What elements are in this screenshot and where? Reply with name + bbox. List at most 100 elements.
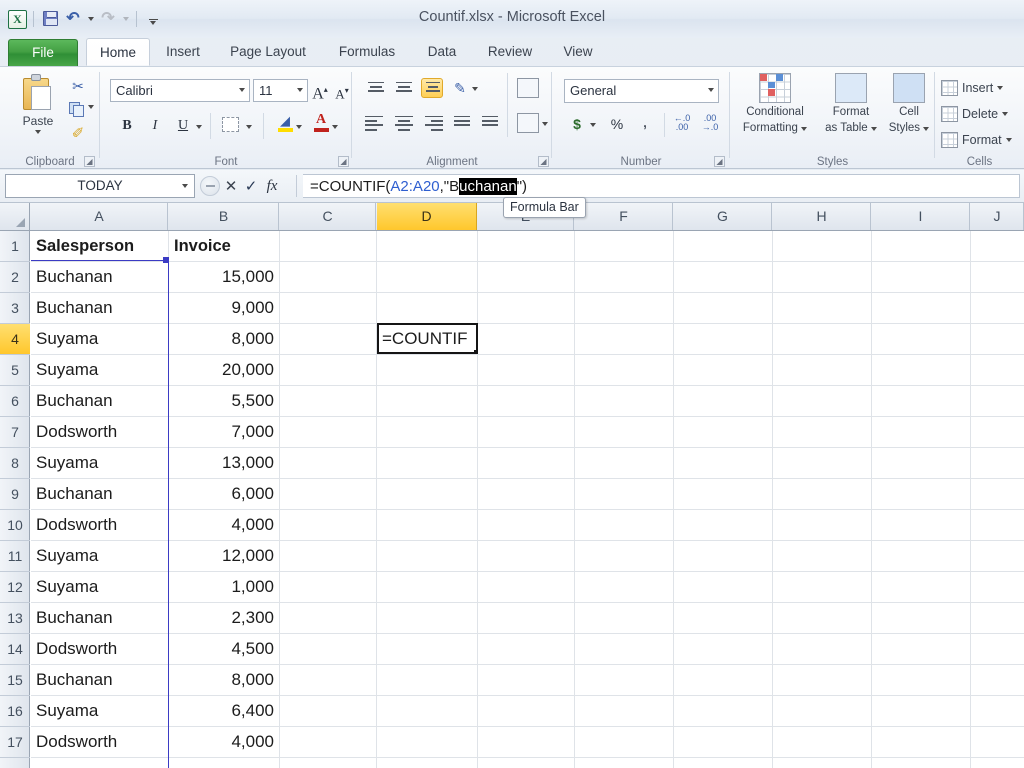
cell-B6[interactable]: 5,500	[169, 386, 279, 416]
underline-button[interactable]: U	[172, 115, 194, 137]
cell-B9[interactable]: 6,000	[169, 479, 279, 509]
row-header-3[interactable]: 3	[0, 293, 30, 324]
format-as-table-button[interactable]: Format as Table	[818, 73, 884, 135]
name-box[interactable]: TODAY	[5, 174, 195, 203]
format-painter-button[interactable]: ✐	[66, 123, 90, 145]
row-header-17[interactable]: 17	[0, 727, 30, 758]
cell-A3[interactable]: Buchanan	[31, 293, 168, 323]
cell-A2[interactable]: Buchanan	[31, 262, 168, 292]
top-align-button[interactable]	[365, 79, 387, 99]
row-header-5[interactable]: 5	[0, 355, 30, 386]
increase-indent-button[interactable]	[477, 113, 499, 133]
cell-A17[interactable]: Dodsworth	[31, 727, 168, 757]
accounting-dropdown[interactable]	[590, 123, 596, 127]
tab-page-layout[interactable]: Page Layout	[216, 38, 320, 66]
cell-B10[interactable]: 4,000	[169, 510, 279, 540]
font-dialog-launcher[interactable]: ◢	[338, 156, 349, 167]
cell-A11[interactable]: Suyama	[31, 541, 168, 571]
cell-A10[interactable]: Dodsworth	[31, 510, 168, 540]
column-header-D[interactable]: D	[377, 203, 477, 230]
cell-A14[interactable]: Dodsworth	[31, 634, 168, 664]
row-header-2[interactable]: 2	[0, 262, 30, 293]
accounting-format-button[interactable]: $	[567, 113, 587, 135]
cell-B8[interactable]: 13,000	[169, 448, 279, 478]
comma-format-button[interactable]: ,	[634, 111, 656, 133]
cell-A9[interactable]: Buchanan	[31, 479, 168, 509]
copy-dropdown[interactable]	[88, 105, 94, 109]
tab-view[interactable]: View	[550, 38, 606, 66]
cell-A7[interactable]: Dodsworth	[31, 417, 168, 447]
formula-input[interactable]: =COUNTIF(A2:A20,"Buchanan")	[303, 174, 1020, 198]
cell-B5[interactable]: 20,000	[169, 355, 279, 385]
bold-button[interactable]: B	[116, 115, 138, 137]
tab-review[interactable]: Review	[472, 38, 548, 66]
select-all-corner[interactable]	[0, 203, 30, 230]
middle-align-button[interactable]	[393, 79, 415, 99]
cell-B12[interactable]: 1,000	[169, 572, 279, 602]
column-header-B[interactable]: B	[169, 203, 279, 230]
cell-A1[interactable]: Salesperson	[31, 231, 168, 261]
decrease-indent-button[interactable]	[449, 113, 471, 133]
cell-B4[interactable]: 8,000	[169, 324, 279, 354]
percent-format-button[interactable]: %	[606, 113, 628, 135]
fill-color-dropdown[interactable]	[296, 125, 302, 129]
tab-insert[interactable]: Insert	[152, 38, 214, 66]
cell-A6[interactable]: Buchanan	[31, 386, 168, 416]
format-cells-button[interactable]: Format	[941, 127, 1012, 152]
collapse-button[interactable]	[200, 176, 220, 196]
insert-cells-button[interactable]: Insert	[941, 75, 1004, 100]
column-header-G[interactable]: G	[674, 203, 772, 230]
font-color-dropdown[interactable]	[332, 125, 338, 129]
borders-button[interactable]	[222, 117, 239, 132]
insert-function-button[interactable]: fx	[262, 178, 282, 195]
row-header-7[interactable]: 7	[0, 417, 30, 448]
column-header-J[interactable]: J	[971, 203, 1024, 230]
row-header-10[interactable]: 10	[0, 510, 30, 541]
cell-A15[interactable]: Buchanan	[31, 665, 168, 695]
orientation-dropdown[interactable]	[472, 87, 478, 91]
tab-home[interactable]: Home	[86, 38, 150, 66]
column-header-C[interactable]: C	[280, 203, 376, 230]
cell-A5[interactable]: Suyama	[31, 355, 168, 385]
cell-B2[interactable]: 15,000	[169, 262, 279, 292]
row-header-11[interactable]: 11	[0, 541, 30, 572]
cell-A13[interactable]: Buchanan	[31, 603, 168, 633]
borders-dropdown[interactable]	[246, 125, 252, 129]
decrease-font-size-button[interactable]: A▾	[332, 80, 352, 105]
tab-data[interactable]: Data	[414, 38, 470, 66]
number-format-select[interactable]: General	[564, 79, 719, 107]
cell-B15[interactable]: 8,000	[169, 665, 279, 695]
number-dialog-launcher[interactable]: ◢	[714, 156, 725, 167]
row-header-15[interactable]: 15	[0, 665, 30, 696]
wrap-text-button[interactable]	[517, 78, 539, 98]
cell-A4[interactable]: Suyama	[31, 324, 168, 354]
cell-B14[interactable]: 4,500	[169, 634, 279, 664]
increase-decimal-button[interactable]: ←.0 .00	[670, 113, 696, 135]
alignment-dialog-launcher[interactable]: ◢	[538, 156, 549, 167]
row-header-8[interactable]: 8	[0, 448, 30, 479]
row-header-16[interactable]: 16	[0, 696, 30, 727]
row-header-6[interactable]: 6	[0, 386, 30, 417]
tab-file[interactable]: File	[8, 39, 78, 66]
cancel-button[interactable]: ✕	[222, 177, 240, 195]
cell-B3[interactable]: 9,000	[169, 293, 279, 323]
decrease-decimal-button[interactable]: .00 →.0	[698, 113, 724, 135]
align-right-button[interactable]	[421, 113, 443, 133]
increase-font-size-button[interactable]: A▴	[310, 79, 330, 105]
column-header-A[interactable]: A	[31, 203, 168, 230]
clipboard-dialog-launcher[interactable]: ◢	[84, 156, 95, 167]
row-header-12[interactable]: 12	[0, 572, 30, 603]
row-header-4[interactable]: 4	[0, 324, 30, 355]
paste-button[interactable]: Paste	[14, 73, 62, 145]
cell-A8[interactable]: Suyama	[31, 448, 168, 478]
font-size-input[interactable]: 11	[253, 79, 308, 107]
column-header-I[interactable]: I	[872, 203, 970, 230]
font-color-button[interactable]: A	[312, 113, 330, 133]
align-left-button[interactable]	[365, 113, 387, 133]
cell-B11[interactable]: 12,000	[169, 541, 279, 571]
bottom-align-button[interactable]	[421, 78, 443, 98]
cut-button[interactable]: ✂	[66, 75, 90, 97]
cell-styles-button[interactable]: Cell Styles	[882, 73, 936, 135]
cell-B13[interactable]: 2,300	[169, 603, 279, 633]
cell-A16[interactable]: Suyama	[31, 696, 168, 726]
